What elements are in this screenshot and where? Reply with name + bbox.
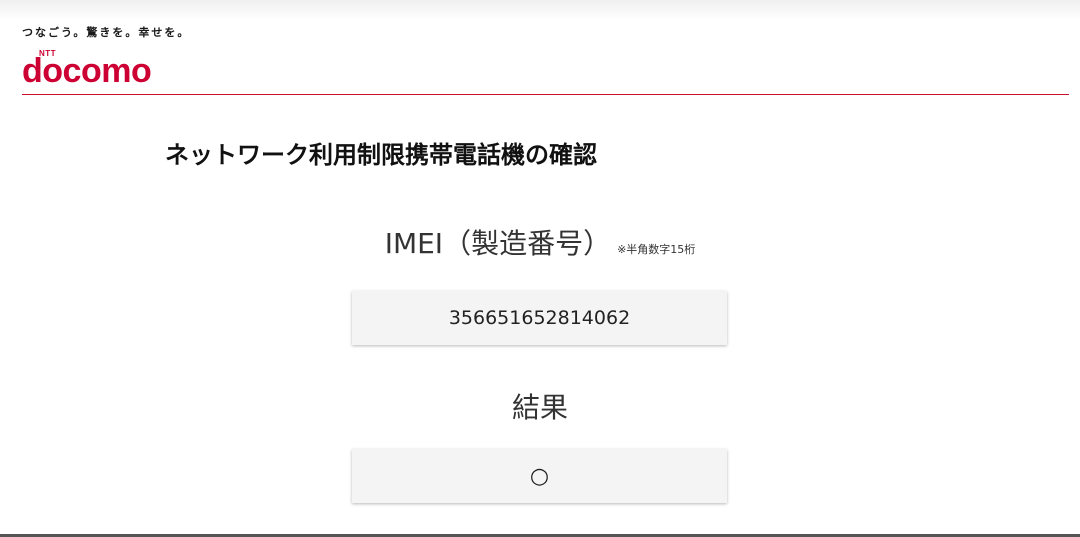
result-value: ○ (352, 449, 727, 503)
imei-label: IMEI（製造番号） (384, 227, 612, 260)
brand-slogan: つなごう。驚きを。幸せを。 (22, 26, 191, 39)
result-label: 結果 (511, 391, 568, 424)
top-shade (0, 0, 1080, 20)
imei-note: ※半角数字15桁 (617, 243, 696, 256)
logo-wordmark: docomo (22, 52, 152, 90)
imei-heading: IMEI（製造番号） ※半角数字15桁 (0, 222, 1080, 262)
docomo-logo[interactable]: NTT docomo (22, 47, 187, 90)
imei-field[interactable]: 356651652814062 (352, 291, 727, 345)
header-divider (22, 94, 1069, 95)
page-title: ネットワーク利用制限携帯電話機の確認 (165, 141, 597, 169)
